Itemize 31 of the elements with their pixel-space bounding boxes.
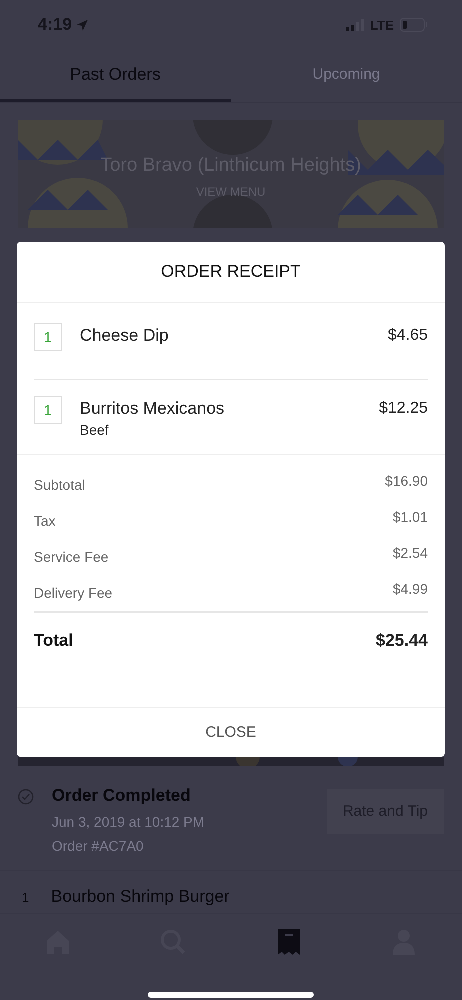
quantity-badge: 1: [34, 323, 62, 351]
item-name: Cheese Dip: [80, 325, 170, 347]
item-price: $12.25: [379, 399, 428, 419]
charge-amount: $16.90: [385, 472, 428, 491]
order-status: Order Completed: [52, 786, 192, 806]
item-price: $4.65: [388, 326, 428, 346]
tab[interactable]: Past Orders: [0, 50, 231, 102]
tab[interactable]: Upcoming: [231, 50, 462, 102]
quantity-badge: 1: [34, 396, 62, 424]
battery-icon: [400, 18, 428, 32]
item-quantity: 1: [22, 890, 30, 904]
charge-label: Subtotal: [34, 476, 86, 495]
charge-label: Delivery Fee: [34, 584, 113, 603]
receipt-icon[interactable]: [278, 929, 300, 955]
dialog-title: ORDER RECEIPT: [17, 242, 445, 303]
order-date: Jun 3, 2019 at 10:12 PM: [52, 814, 206, 830]
total-label: Total: [34, 631, 74, 651]
check-circle-icon: [18, 789, 34, 805]
order-number: Order #AC7A0: [52, 838, 145, 854]
total-amount: $25.44: [376, 631, 428, 651]
location-arrow-icon: [76, 18, 90, 32]
item-option: Beef: [80, 422, 380, 438]
charge-amount: $4.99: [392, 580, 428, 599]
signal-icon: [346, 19, 364, 31]
close-button[interactable]: CLOSE: [17, 707, 445, 757]
charge-label: Service Fee: [34, 548, 109, 567]
charge-amount: $1.01: [392, 508, 428, 527]
item-name: Burritos Mexicanos: [80, 398, 226, 420]
item-name: Bourbon Shrimp Burger: [51, 887, 230, 907]
charge-label: Tax: [34, 512, 56, 531]
charge-amount: $2.54: [392, 544, 428, 563]
